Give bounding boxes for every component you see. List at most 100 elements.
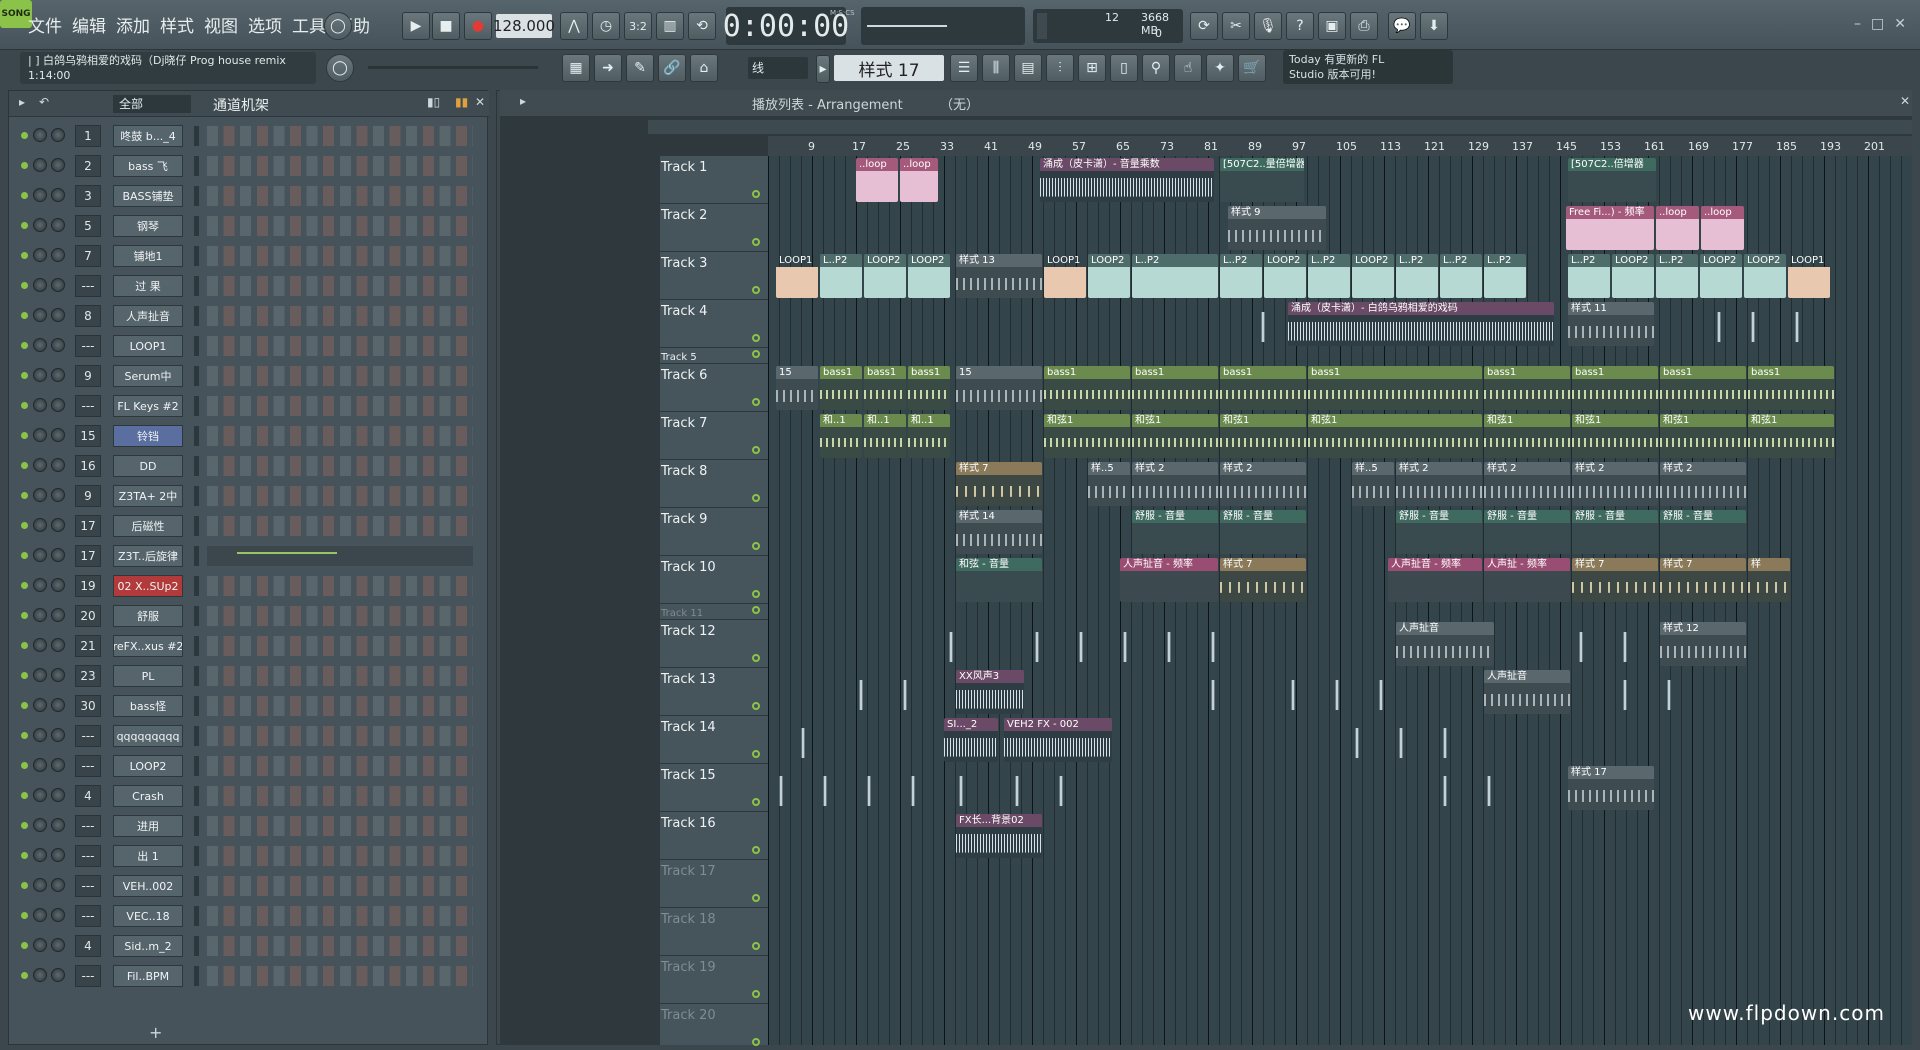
channel-mixer-track[interactable]: ---	[75, 815, 101, 837]
channel-name-button[interactable]: FL Keys #2	[113, 395, 183, 417]
channel-group-selector[interactable]: 全部	[113, 95, 191, 113]
channel-select[interactable]	[194, 396, 199, 416]
track-header[interactable]: Track 17	[660, 860, 768, 908]
playlist-clip[interactable]: Free Fi...) - 频率	[1566, 206, 1654, 250]
channel-name-button[interactable]: PL	[113, 665, 183, 687]
channel-volume-knob[interactable]	[51, 728, 65, 742]
channel-volume-knob[interactable]	[51, 278, 65, 292]
playlist-icon[interactable]: ☰	[950, 54, 978, 82]
playlist-clip[interactable]: 和弦 - 音量	[956, 558, 1042, 602]
playlist-clip[interactable]: ..loop	[900, 158, 938, 202]
track-enable-led[interactable]	[752, 1038, 760, 1046]
minimize-icon[interactable]: –	[1854, 16, 1861, 32]
playlist-clip[interactable]: FX长...背景02	[956, 814, 1042, 858]
playlist-clip[interactable]: L..P2	[1484, 254, 1526, 298]
playlist-clip[interactable]: 人声扯音 - 频率	[1120, 558, 1218, 602]
playlist-clip[interactable]: L..P2	[1568, 254, 1610, 298]
channel-mixer-track[interactable]: 30	[75, 695, 101, 717]
channel-mixer-track[interactable]: 7	[75, 245, 101, 267]
playlist-clip[interactable]: LOOP2	[1088, 254, 1130, 298]
step-sequencer[interactable]	[207, 636, 473, 656]
channel-mute-led[interactable]	[21, 552, 28, 559]
channel-select[interactable]	[194, 126, 199, 146]
channel-volume-knob[interactable]	[51, 638, 65, 652]
rack-options-icon[interactable]: ▸	[19, 95, 25, 109]
track-enable-led[interactable]	[752, 606, 760, 614]
channel-select[interactable]	[194, 216, 199, 236]
channel-name-button[interactable]: BASS铺垫	[113, 185, 183, 207]
channel-name-button[interactable]: Z3TA+ 2中	[113, 485, 183, 507]
step-sequencer[interactable]	[207, 816, 473, 836]
playlist-clip[interactable]: 人声扯音	[1396, 622, 1494, 666]
channel-mute-led[interactable]	[21, 372, 28, 379]
playlist-clip[interactable]: 舒服 - 音量	[1132, 510, 1218, 554]
channel-pan-knob[interactable]	[33, 488, 47, 502]
channel-mixer-track[interactable]: 5	[75, 215, 101, 237]
audio-one-shot[interactable]	[1440, 728, 1450, 758]
channel-pan-knob[interactable]	[33, 698, 47, 712]
track-header[interactable]: Track 4	[660, 300, 768, 348]
playlist-clip[interactable]: 和..1	[864, 414, 906, 458]
channel-volume-knob[interactable]	[51, 308, 65, 322]
step-sequencer[interactable]	[207, 846, 473, 866]
audio-one-shot[interactable]	[1056, 776, 1066, 806]
step-sequencer[interactable]	[207, 576, 473, 596]
channel-mute-led[interactable]	[21, 462, 28, 469]
step-sequencer[interactable]	[207, 306, 473, 326]
playlist-clip[interactable]: 样式 7	[1572, 558, 1658, 602]
audio-one-shot[interactable]	[1120, 632, 1130, 662]
playlist-clip[interactable]: [507C2..量倍增器	[1220, 158, 1304, 202]
playlist-clip[interactable]: L..P2	[1220, 254, 1262, 298]
channel-pan-knob[interactable]	[33, 638, 47, 652]
metronome-icon[interactable]: ⋀	[560, 12, 588, 40]
channel-mixer-track[interactable]: 9	[75, 365, 101, 387]
playlist-clip[interactable]: 舒服 - 音量	[1484, 510, 1570, 554]
channel-volume-knob[interactable]	[51, 188, 65, 202]
track-enable-led[interactable]	[752, 350, 760, 358]
faders-icon[interactable]: ⫶	[1046, 54, 1074, 82]
track-enable-led[interactable]	[752, 446, 760, 454]
channel-name-button[interactable]: 进用	[113, 815, 183, 837]
playlist-scrollbar[interactable]	[648, 120, 1912, 134]
track-enable-led[interactable]	[752, 590, 760, 598]
channel-volume-knob[interactable]	[51, 848, 65, 862]
channel-pan-knob[interactable]	[33, 668, 47, 682]
channel-pan-knob[interactable]	[33, 458, 47, 472]
channel-select[interactable]	[194, 366, 199, 386]
playlist-clip[interactable]: 样..5	[1352, 462, 1394, 506]
playlist-clip[interactable]: L..P2	[1308, 254, 1350, 298]
playlist-clip[interactable]: ..loop	[1701, 206, 1744, 250]
channel-name-button[interactable]: 舒服	[113, 605, 183, 627]
play-icon[interactable]: ▶	[402, 12, 430, 40]
channel-mute-led[interactable]	[21, 582, 28, 589]
channel-select[interactable]	[194, 246, 199, 266]
step-sequencer[interactable]	[207, 756, 473, 776]
playlist-clip[interactable]: bass1	[908, 366, 950, 410]
channel-name-button[interactable]: bass 飞	[113, 155, 183, 177]
channel-pan-knob[interactable]	[33, 818, 47, 832]
download-icon[interactable]: ⬇	[1420, 12, 1448, 40]
channel-mute-led[interactable]	[21, 252, 28, 259]
tag-icon[interactable]: ✦	[1206, 54, 1234, 82]
channel-select[interactable]	[194, 276, 199, 296]
channel-select[interactable]	[194, 636, 199, 656]
cut-icon[interactable]: ✂	[1222, 12, 1250, 40]
mic-icon[interactable]: 🎙	[1254, 12, 1282, 40]
playlist-clip[interactable]: LOOP2	[908, 254, 950, 298]
channel-mixer-track[interactable]: ---	[75, 725, 101, 747]
playlist-clip[interactable]: bass1	[1132, 366, 1218, 410]
channel-select[interactable]	[194, 456, 199, 476]
channel-mixer-track[interactable]: 23	[75, 665, 101, 687]
playlist-clip[interactable]: 样式 14	[956, 510, 1042, 554]
playlist-clip[interactable]: ..loop	[856, 158, 898, 202]
track-enable-led[interactable]	[752, 494, 760, 502]
playlist-clip[interactable]: L..P2	[1656, 254, 1698, 298]
step-sequencer[interactable]	[207, 456, 473, 476]
track-enable-led[interactable]	[752, 334, 760, 342]
channel-pan-knob[interactable]	[33, 968, 47, 982]
menu-options[interactable]: 选项	[246, 10, 284, 39]
channel-pan-knob[interactable]	[33, 878, 47, 892]
playlist-clip[interactable]: [507C2..倍增器	[1568, 158, 1656, 202]
track-enable-led[interactable]	[752, 702, 760, 710]
track-header[interactable]: Track 18	[660, 908, 768, 956]
